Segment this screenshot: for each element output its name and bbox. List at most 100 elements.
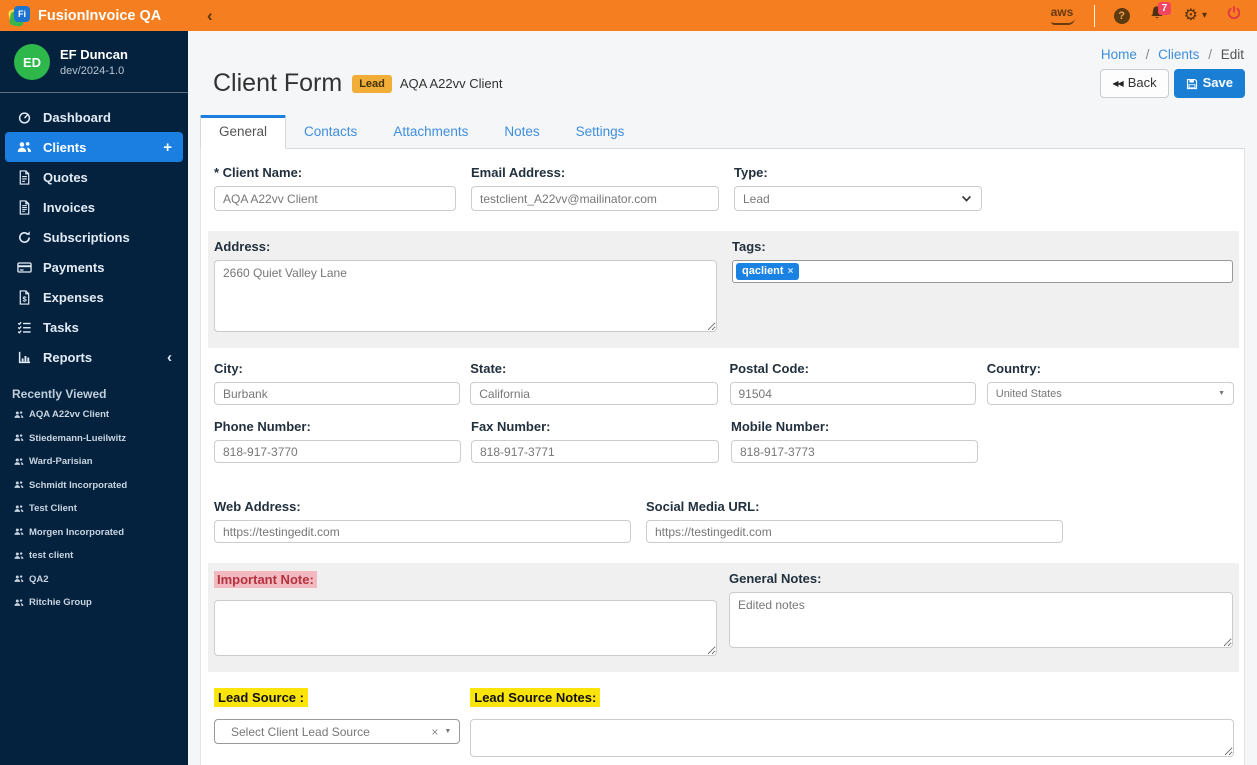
general-notes-textarea[interactable]: Edited notes	[729, 592, 1233, 648]
users-icon	[14, 574, 24, 584]
postal-code-input[interactable]	[729, 382, 976, 405]
type-select[interactable]: Lead	[734, 186, 982, 211]
clear-icon[interactable]: ×	[431, 725, 438, 739]
sidebar-item-tasks[interactable]: Tasks	[5, 312, 183, 342]
tab-settings[interactable]: Settings	[558, 115, 643, 149]
dashboard-icon	[17, 110, 32, 125]
power-icon	[1226, 5, 1242, 21]
tab-notes[interactable]: Notes	[486, 115, 557, 149]
tab-attachments[interactable]: Attachments	[375, 115, 486, 149]
save-button[interactable]: Save	[1173, 69, 1245, 98]
brand[interactable]: Fi FusionInvoice QA	[0, 5, 188, 28]
recent-item[interactable]: QA2	[0, 568, 188, 592]
important-note-label: Important Note:	[214, 571, 317, 588]
chart-bar-icon	[17, 350, 32, 365]
users-icon	[14, 433, 24, 443]
sidebar-item-payments[interactable]: Payments	[5, 252, 183, 282]
mobile-label: Mobile Number:	[731, 419, 830, 434]
recent-item[interactable]: Ritchie Group	[0, 591, 188, 615]
sidebar-item-invoices[interactable]: Invoices	[5, 192, 183, 222]
users-icon	[14, 551, 24, 561]
credit-card-icon	[17, 260, 32, 275]
users-icon	[14, 504, 24, 514]
important-note-textarea[interactable]	[214, 600, 717, 656]
recent-item[interactable]: Schmidt Incorporated	[0, 474, 188, 498]
gear-icon: ⚙	[1183, 6, 1198, 24]
user-name: EF Duncan	[60, 47, 128, 62]
city-input[interactable]	[214, 382, 461, 405]
breadcrumb-home[interactable]: Home	[1101, 47, 1137, 62]
users-icon	[14, 527, 24, 537]
breadcrumb-clients[interactable]: Clients	[1158, 47, 1199, 62]
users-icon	[17, 140, 32, 155]
state-input[interactable]	[470, 382, 718, 405]
notifications-button[interactable]: 7	[1149, 2, 1172, 26]
quote-file-icon	[17, 170, 32, 185]
app-logo-icon: Fi	[7, 5, 30, 28]
tab-contacts[interactable]: Contacts	[286, 115, 375, 149]
email-label: Email Address:	[471, 165, 566, 180]
recent-item[interactable]: Stiedemann-Lueilwitz	[0, 427, 188, 451]
logout-button[interactable]	[1226, 5, 1242, 26]
social-media-input[interactable]	[646, 520, 1063, 543]
notes-panel: Important Note: General Notes: Edited no…	[208, 563, 1239, 672]
country-select[interactable]: United States ▼	[986, 382, 1234, 405]
back-button[interactable]: ◀◀ Back	[1100, 69, 1169, 98]
breadcrumb-current: Edit	[1220, 47, 1244, 62]
sidebar-item-subscriptions[interactable]: Subscriptions	[5, 222, 183, 252]
recently-viewed-title: Recently Viewed	[12, 387, 107, 401]
email-input[interactable]	[471, 186, 719, 211]
recent-item[interactable]: Morgen Incorporated	[0, 521, 188, 545]
sidebar-item-reports[interactable]: Reports ‹	[5, 342, 183, 372]
add-client-icon[interactable]: +	[163, 140, 172, 155]
sidebar-item-dashboard[interactable]: Dashboard	[5, 102, 183, 132]
caret-down-icon: ▾	[1201, 10, 1207, 21]
client-name-label: * Client Name:	[214, 165, 303, 180]
lead-source-select[interactable]: Select Client Lead Source × ▼	[214, 719, 461, 744]
fax-label: Fax Number:	[471, 419, 551, 434]
tab-bar: General Contacts Attachments Notes Setti…	[200, 115, 1245, 149]
recent-item[interactable]: test client	[0, 544, 188, 568]
lead-source-notes-label: Lead Source Notes:	[470, 688, 601, 707]
sidebar-item-expenses[interactable]: Expenses	[5, 282, 183, 312]
recent-item[interactable]: Test Client	[0, 497, 188, 521]
fax-input[interactable]	[471, 440, 719, 463]
recent-item[interactable]: AQA A22vv Client	[0, 403, 188, 427]
user-profile[interactable]: ED EF Duncan dev/2024-1.0	[0, 31, 188, 90]
tags-label: Tags:	[732, 239, 766, 254]
help-icon[interactable]: ?	[1113, 7, 1130, 24]
sidebar-divider	[0, 92, 188, 93]
web-address-input[interactable]	[214, 520, 631, 543]
web-address-label: Web Address:	[214, 499, 301, 514]
phone-input[interactable]	[214, 440, 461, 463]
topbar-divider	[1093, 4, 1095, 27]
client-name-input[interactable]	[214, 186, 456, 211]
avatar: ED	[14, 44, 50, 80]
tab-general[interactable]: General	[200, 115, 287, 149]
caret-down-icon: ▼	[444, 728, 452, 735]
address-textarea[interactable]: 2660 Quiet Valley Lane	[214, 260, 717, 332]
general-notes-label: General Notes:	[729, 571, 822, 586]
brand-name: FusionInvoice QA	[38, 7, 162, 24]
lead-source-notes-textarea[interactable]	[470, 719, 1234, 757]
recent-item[interactable]: Ward-Parisian	[0, 450, 188, 474]
users-icon	[14, 410, 24, 420]
aws-logo: aws	[1051, 6, 1075, 25]
refresh-icon	[17, 230, 32, 245]
phone-label: Phone Number:	[214, 419, 311, 434]
main-content: Home / Clients / Edit Client Form Lead A…	[188, 31, 1257, 765]
caret-down-icon: ▼	[1218, 390, 1225, 397]
users-icon	[14, 480, 24, 490]
sidebar-collapse-icon[interactable]: ‹	[207, 7, 213, 24]
tasks-icon	[17, 320, 32, 335]
mobile-input[interactable]	[731, 440, 978, 463]
users-icon	[14, 457, 24, 467]
sidebar-item-clients[interactable]: Clients +	[5, 132, 183, 162]
settings-menu-button[interactable]: ⚙ ▾	[1183, 6, 1207, 24]
tag-remove-icon[interactable]: ×	[788, 266, 794, 278]
sidebar-item-quotes[interactable]: Quotes	[5, 162, 183, 192]
social-media-label: Social Media URL:	[646, 499, 760, 514]
save-icon	[1186, 78, 1198, 90]
tags-input[interactable]: qaclient ×	[732, 260, 1233, 283]
client-name-subtitle: AQA A22vv Client	[399, 76, 503, 91]
